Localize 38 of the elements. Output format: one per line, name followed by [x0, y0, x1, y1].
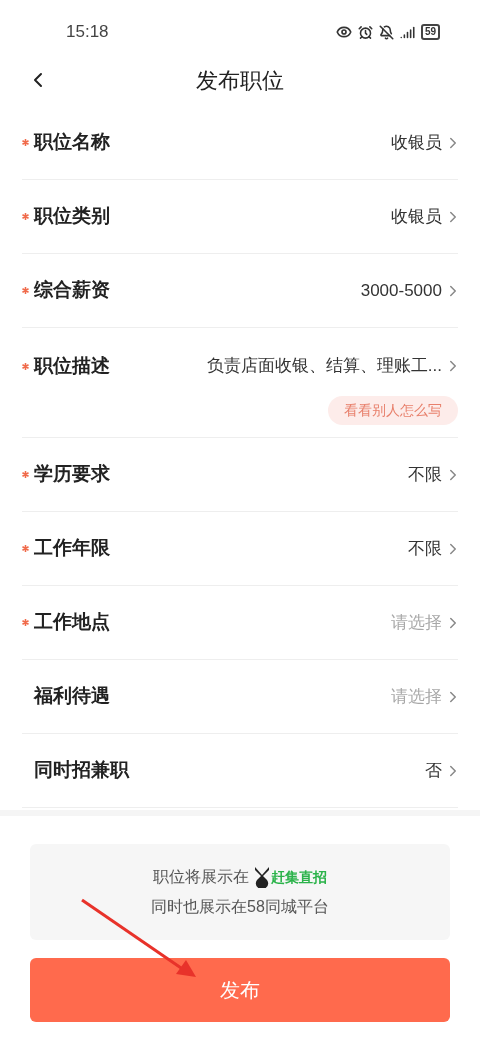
field-placeholder: 请选择 [391, 685, 442, 708]
field-value: 负责店面收银、结算、理账工... [206, 355, 442, 378]
mascot-icon [253, 866, 271, 888]
bell-off-icon [378, 24, 394, 40]
field-value: 不限 [408, 537, 442, 560]
form-row[interactable]: 职位类别 收银员 [22, 180, 458, 253]
form-row[interactable]: 福利待遇 请选择 [22, 660, 458, 733]
form-row[interactable]: 同时招兼职 否 [22, 734, 458, 807]
field-value: 收银员 [391, 205, 442, 228]
brand-name: 赶集直招 [271, 867, 327, 887]
form-row[interactable]: 职位名称 收银员 [22, 106, 458, 179]
notice-text: 职位将展示在 [153, 867, 249, 887]
field-label: 工作地点 [34, 610, 110, 635]
field-label: 职位名称 [34, 130, 110, 155]
field-label: 职位描述 [34, 353, 110, 378]
battery-indicator: 59 [420, 24, 440, 40]
field-label: 福利待遇 [34, 684, 110, 709]
form-row[interactable]: 工作年限 不限 [22, 512, 458, 585]
form-row[interactable]: 工作地点 请选择 [22, 586, 458, 659]
signal-icon [399, 24, 415, 40]
field-placeholder: 请选择 [391, 611, 442, 634]
form-row[interactable]: 学历要求 不限 [22, 438, 458, 511]
page-title: 发布职位 [196, 66, 284, 95]
form-row[interactable]: 综合薪资 3000-5000 [22, 254, 458, 327]
eye-icon [335, 24, 352, 40]
field-label: 工作年限 [34, 536, 110, 561]
field-label: 学历要求 [34, 462, 110, 487]
field-label: 综合薪资 [34, 278, 110, 303]
field-value: 不限 [408, 463, 442, 486]
field-value: 收银员 [391, 131, 442, 154]
field-value: 3000-5000 [360, 279, 442, 302]
notice-text: 同时也展示在58同城平台 [151, 897, 329, 917]
field-value: 否 [425, 759, 442, 782]
alarm-icon [357, 24, 373, 40]
field-label: 同时招兼职 [34, 758, 129, 783]
form-row[interactable]: 职位描述 负责店面收银、结算、理账工... [22, 336, 458, 396]
status-time: 15:18 [66, 21, 109, 44]
field-label: 职位类别 [34, 204, 110, 229]
